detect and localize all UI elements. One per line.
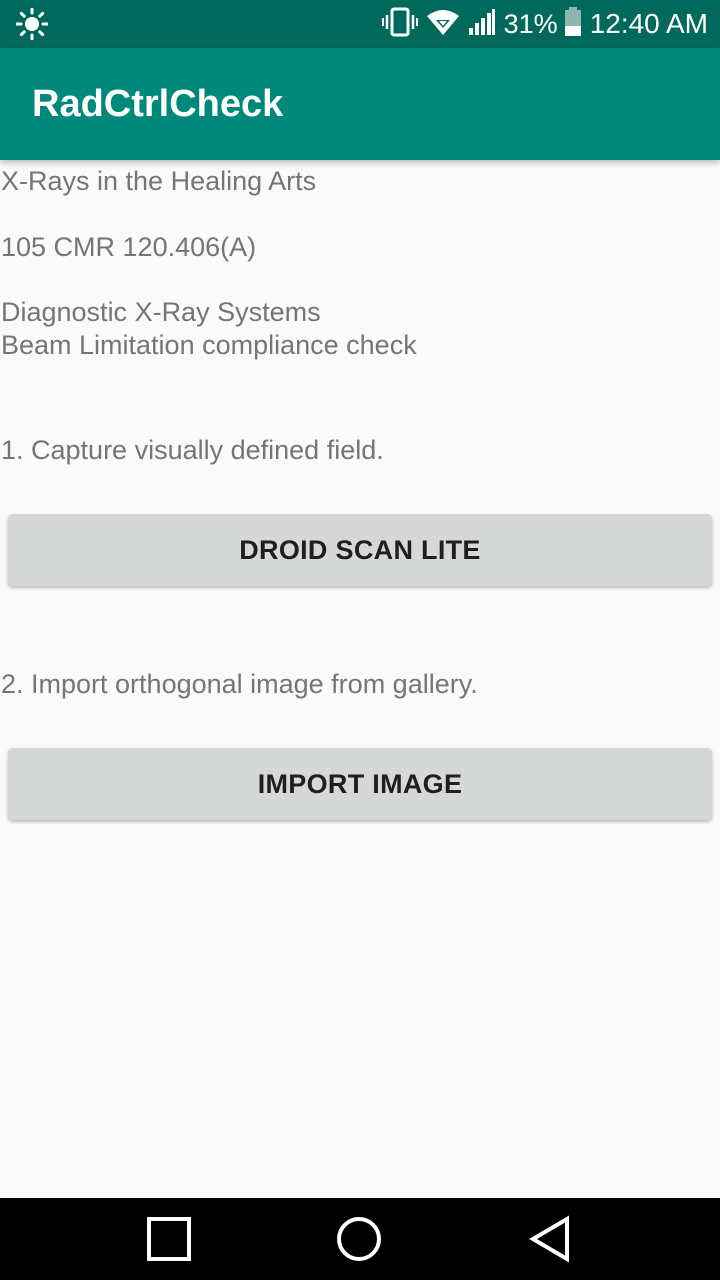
description-line-1: Diagnostic X-Ray Systems: [1, 297, 321, 327]
home-icon[interactable]: [335, 1215, 383, 1263]
screen: 31% 12:40 AM RadCtrlCheck X-Rays in the …: [0, 0, 720, 1280]
clock: 12:40 AM: [589, 8, 708, 39]
heading-text: X-Rays in the Healing Arts: [1, 166, 317, 196]
regulation-text: 105 CMR 120.406(A): [1, 232, 257, 262]
description-line-2: Beam Limitation compliance check: [1, 330, 417, 360]
status-bar: 31% 12:40 AM: [0, 0, 720, 48]
battery-percent: 31%: [503, 8, 558, 39]
battery-icon: [564, 6, 582, 42]
brightness-icon: [15, 7, 49, 41]
import-image-button[interactable]: IMPORT IMAGE: [8, 748, 712, 820]
step-1-text: 1. Capture visually defined field.: [1, 435, 384, 465]
step-2-text: 2. Import orthogonal image from gallery.: [1, 669, 478, 699]
vibrate-icon: [381, 7, 418, 42]
app-title: RadCtrlCheck: [32, 83, 284, 125]
droid-scan-lite-button[interactable]: DROID SCAN LITE: [8, 514, 712, 586]
back-icon[interactable]: [527, 1215, 575, 1263]
status-icons: 31% 12:40 AM: [381, 0, 708, 48]
signal-icon: [468, 8, 496, 41]
app-bar: RadCtrlCheck: [0, 48, 720, 160]
wifi-icon: [426, 8, 460, 41]
recents-icon[interactable]: [145, 1215, 193, 1263]
navigation-bar: [0, 1198, 720, 1280]
